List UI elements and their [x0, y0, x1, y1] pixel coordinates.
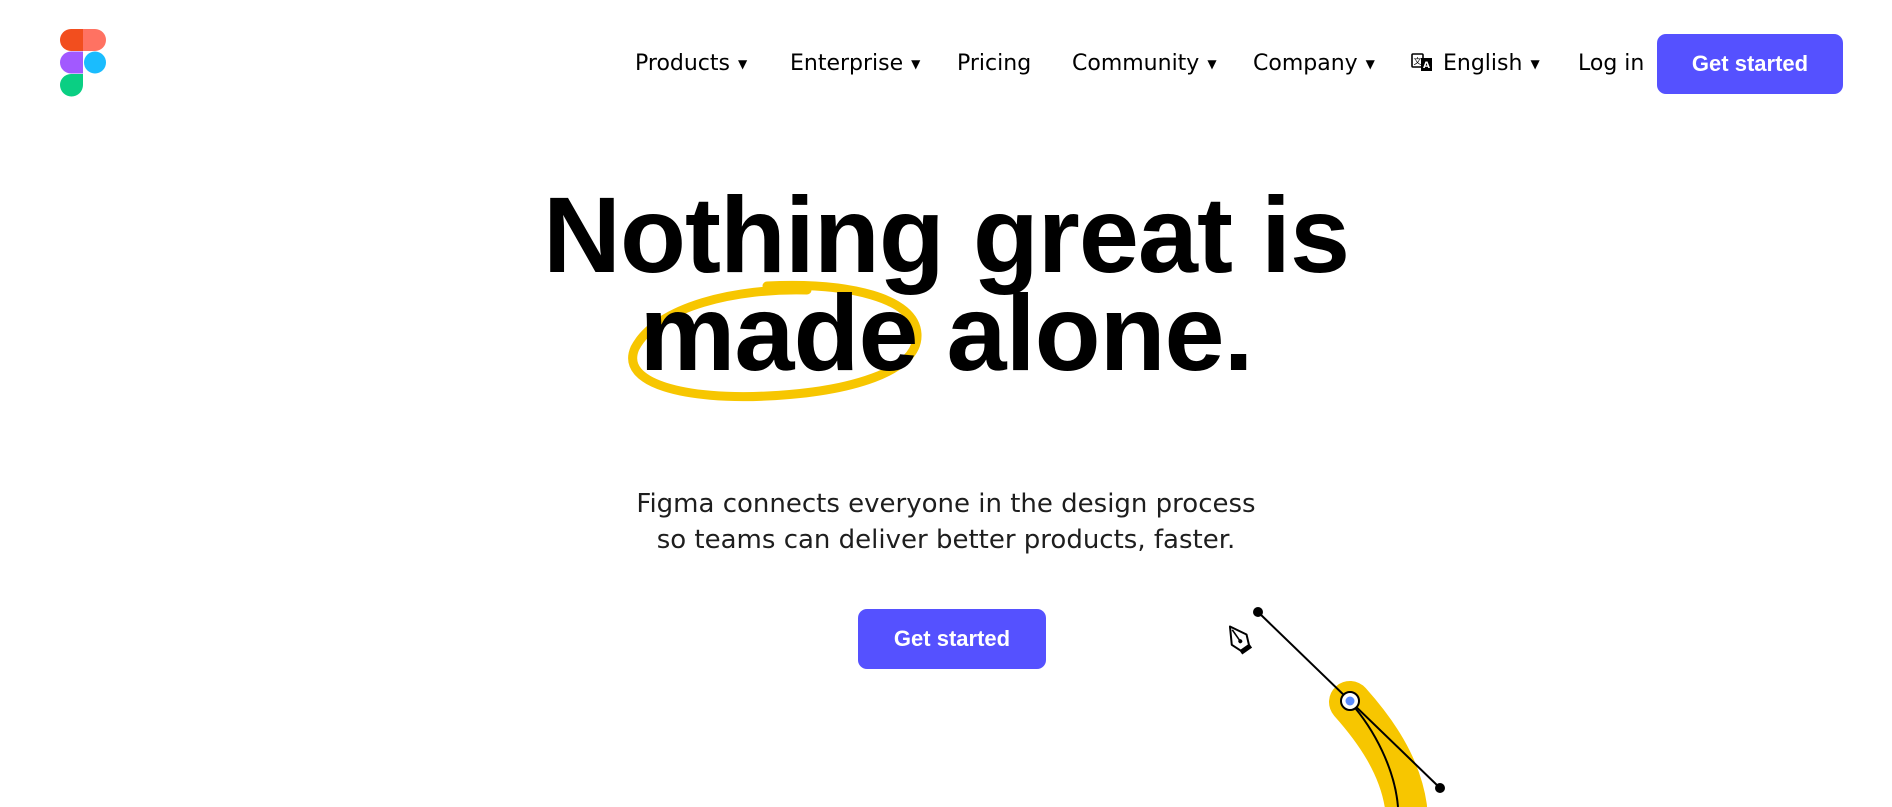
headline-line-1: Nothing great is	[542, 174, 1350, 295]
subtitle-line-1: Figma connects everyone in the design pr…	[636, 489, 1256, 519]
page: Products ▼ Enterprise ▼ Pricing Community ▼…	[0, 0, 1892, 807]
pen-tool-icon	[1228, 607, 1445, 807]
caret-down-icon: ▼	[1365, 57, 1375, 71]
nav-products[interactable]: Products ▼	[635, 34, 747, 94]
nav-enterprise[interactable]: Enterprise ▼	[790, 34, 920, 94]
nav-community[interactable]: Community ▼	[1072, 34, 1217, 94]
nav-login[interactable]: Log in	[1578, 34, 1644, 94]
nav-pricing-label: Pricing	[957, 51, 1032, 76]
nav-community-label: Community	[1072, 51, 1200, 76]
header-get-started-button[interactable]: Get started	[1657, 34, 1843, 94]
headline-line-2: made alone.	[0, 279, 1892, 402]
caret-down-icon: ▼	[1207, 57, 1217, 71]
nav-language[interactable]: 文 A English ▼	[1411, 34, 1540, 94]
headline-circled-text: made	[639, 272, 918, 393]
nav-company-label: Company	[1253, 51, 1358, 76]
nav-pricing[interactable]: Pricing	[957, 34, 1031, 94]
nav-enterprise-label: Enterprise	[790, 51, 904, 76]
caret-down-icon: ▼	[911, 57, 921, 71]
nav-company[interactable]: Company ▼	[1253, 34, 1375, 94]
nav-products-label: Products	[635, 51, 730, 76]
main-nav: Products ▼ Enterprise ▼ Pricing Community ▼…	[0, 34, 1892, 94]
nav-login-label: Log in	[1578, 51, 1645, 76]
hero-subtitle: Figma connects everyone in the design pr…	[0, 486, 1892, 558]
caret-down-icon: ▼	[738, 57, 748, 71]
translate-icon: 文 A	[1411, 53, 1432, 71]
caret-down-icon: ▼	[1530, 57, 1540, 71]
hero-get-started-button[interactable]: Get started	[858, 609, 1046, 669]
subtitle-line-2: so teams can deliver better products, fa…	[656, 525, 1236, 555]
svg-text:文: 文	[1414, 56, 1422, 66]
svg-text:A: A	[1423, 61, 1430, 71]
headline-line-2-rest: alone.	[917, 272, 1254, 393]
circled-word: made	[628, 279, 922, 402]
hero-headline: Nothing great is made alone.	[0, 174, 1892, 402]
nav-language-label: English	[1443, 51, 1523, 76]
